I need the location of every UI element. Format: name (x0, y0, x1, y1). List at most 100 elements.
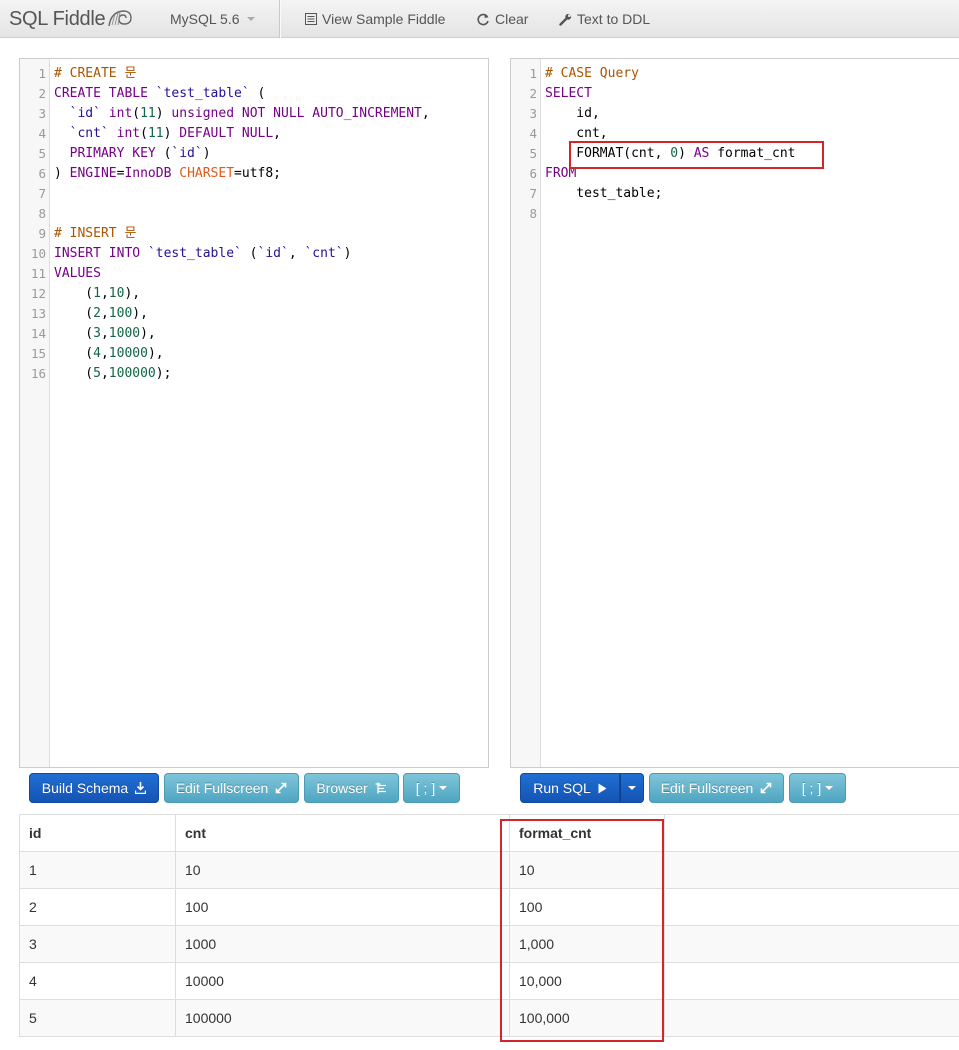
code-text: # INSERT 문 (46, 224, 136, 244)
line-number: 2 (38, 86, 46, 101)
line-number: 1 (529, 66, 537, 81)
line-number: 1 (38, 66, 46, 81)
code-text: ) ENGINE=InnoDB CHARSET=utf8; (46, 164, 281, 184)
line-number: 5 (38, 146, 46, 161)
code-token: ENGINE (69, 166, 117, 181)
column-header-cnt: cnt (175, 814, 510, 852)
code-text: `id` int(11) unsigned NOT NULL AUTO_INCR… (46, 104, 430, 124)
code-token: , (421, 106, 430, 121)
code-line: 6) ENGINE=InnoDB CHARSET=utf8; (20, 164, 488, 184)
line-number: 4 (38, 126, 46, 141)
tree-icon (375, 782, 387, 794)
code-token: , (100, 306, 109, 321)
code-token: ( (132, 106, 141, 121)
code-token: ( (54, 326, 94, 341)
code-token: ( (249, 86, 266, 101)
query-terminator-dropdown[interactable]: [ ; ] (789, 773, 846, 803)
code-text: (5,100000); (46, 364, 171, 384)
statement-terminator-dropdown[interactable]: [ ; ] (403, 773, 460, 803)
code-line: 3 id, (511, 104, 959, 124)
cell-id: 3 (19, 925, 176, 963)
top-navbar: SQL Fiddle MySQL 5.6 View Sample Fiddle … (0, 0, 959, 38)
view-sample-fiddle-link[interactable]: View Sample Fiddle (305, 0, 445, 38)
code-text: (2,100), (46, 304, 148, 324)
build-schema-button[interactable]: Build Schema (29, 773, 159, 803)
database-version-select[interactable]: MySQL 5.6 (170, 0, 255, 38)
chevron-down-icon (628, 786, 636, 790)
code-text: `cnt` int(11) DEFAULT NULL, (46, 124, 281, 144)
code-token: test_table; (545, 186, 663, 201)
cell-filler (664, 888, 959, 926)
code-text: id, (537, 104, 600, 124)
code-token: ) (163, 126, 180, 141)
view-sample-fiddle-label: View Sample Fiddle (322, 11, 446, 27)
line-number: 2 (529, 86, 537, 101)
code-token: 100 (108, 306, 133, 321)
code-token: 100000 (108, 366, 156, 381)
code-token: ); (155, 366, 172, 381)
code-token: `cnt` (69, 126, 109, 141)
line-number: 3 (38, 106, 46, 121)
line-number: 8 (38, 206, 46, 221)
code-token: 1 (93, 286, 101, 301)
column-filler (664, 814, 959, 852)
code-token: ( (54, 366, 94, 381)
code-token: 10000 (108, 346, 148, 361)
line-number: 7 (529, 186, 537, 201)
code-token: ( (54, 346, 94, 361)
code-line: 7 (20, 184, 488, 204)
refresh-icon (477, 13, 490, 26)
format-highlight-box (569, 141, 824, 169)
code-text: test_table; (537, 184, 662, 204)
code-token: ( (140, 126, 148, 141)
code-token: INSERT INTO (54, 246, 148, 261)
code-token: 5 (93, 366, 101, 381)
edit-fullscreen-label: Edit Fullscreen (660, 780, 754, 796)
code-line: 13 (2,100), (20, 304, 488, 324)
code-text: (3,1000), (46, 324, 155, 344)
edit-fullscreen-query-button[interactable]: Edit Fullscreen (649, 773, 784, 803)
code-token: SELECT (545, 86, 592, 101)
code-token: 11 (140, 106, 156, 121)
code-text: CREATE TABLE `test_table` ( (46, 84, 265, 104)
code-token: ), (147, 346, 164, 361)
code-token: =utf8; (234, 166, 282, 181)
cell-filler (664, 851, 959, 889)
shell-logo-icon (108, 10, 133, 27)
code-text: (4,10000), (46, 344, 164, 364)
code-line: 12 (1,10), (20, 284, 488, 304)
cell-cnt: 100000 (175, 999, 510, 1037)
line-number: 11 (30, 266, 46, 281)
brand-logo[interactable]: SQL Fiddle (9, 5, 133, 33)
code-line: 9 # INSERT 문 (20, 224, 488, 244)
code-token: cnt, (545, 126, 608, 141)
code-token: ) (155, 106, 172, 121)
edit-fullscreen-label: Edit Fullscreen (175, 780, 269, 796)
code-token: unsigned NOT NULL AUTO_INCREMENT (171, 106, 422, 121)
code-token: # CASE Query (545, 66, 639, 81)
run-sql-button[interactable]: Run SQL (520, 773, 620, 803)
edit-fullscreen-schema-button[interactable]: Edit Fullscreen (164, 773, 299, 803)
code-token: 3 (93, 326, 101, 341)
text-to-ddl-link[interactable]: Text to DDL (559, 0, 650, 38)
schema-editor[interactable]: 1 # CREATE 문 2 CREATE TABLE `test_table` (3… (19, 58, 489, 768)
clear-label: Clear (495, 11, 529, 27)
code-token: `id` (257, 246, 289, 261)
clear-link[interactable]: Clear (477, 0, 528, 38)
browser-label: Browser (316, 780, 368, 796)
run-sql-dropdown-toggle[interactable] (620, 773, 644, 803)
list-icon (305, 13, 317, 25)
browser-button[interactable]: Browser (304, 773, 399, 803)
code-line: 8 (511, 204, 959, 224)
cell-filler (664, 925, 959, 963)
line-number: 14 (30, 326, 46, 341)
line-number: 7 (38, 186, 46, 201)
code-token: CREATE TABLE (54, 86, 156, 101)
code-token: # INSERT 문 (54, 226, 137, 241)
cell-id: 4 (19, 962, 176, 1000)
table-row: 2 100 100 (19, 888, 959, 926)
